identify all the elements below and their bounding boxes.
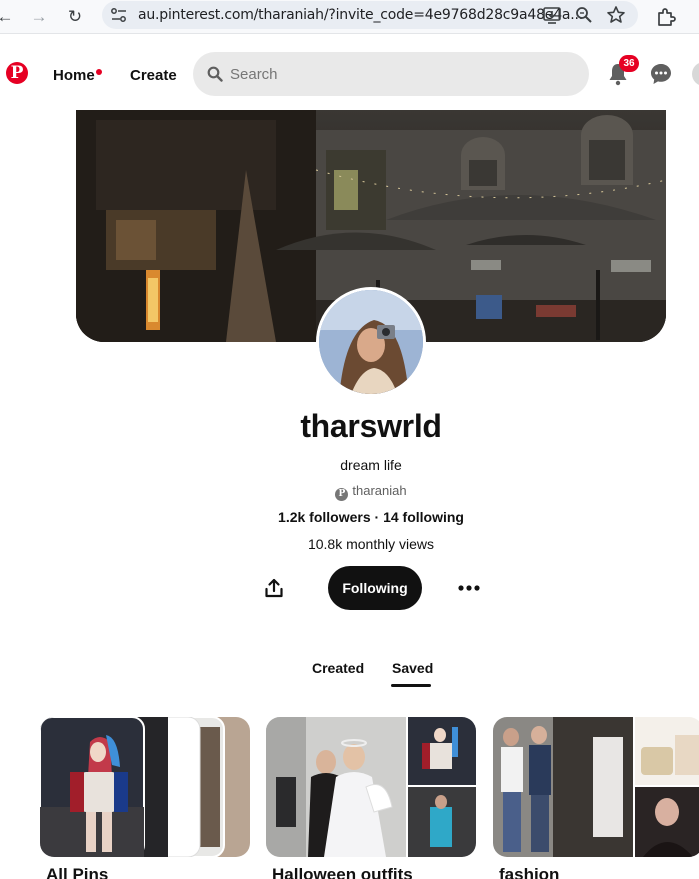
more-options-icon[interactable] (456, 577, 482, 599)
monthly-views: 10.8k monthly views (307, 536, 435, 552)
forward-icon[interactable]: → (28, 6, 50, 28)
follow-stats: 1.2k followers · 14 following (0, 509, 699, 525)
profile-avatar (316, 287, 426, 397)
bookmark-star-icon[interactable] (606, 5, 626, 25)
board-all-pins[interactable] (40, 717, 250, 857)
search-icon (207, 66, 223, 82)
install-app-icon[interactable] (542, 5, 562, 25)
site-settings-icon[interactable] (110, 7, 128, 23)
home-link[interactable]: Home (53, 67, 95, 84)
following-link[interactable]: 14 following (383, 509, 464, 525)
browser-toolbar: ← → ↻ au.pinterest.com/tharaniah/?invite… (0, 0, 699, 34)
url-text[interactable]: au.pinterest.com/tharaniah/?invite_code=… (138, 7, 583, 23)
board-fashion[interactable] (493, 717, 699, 857)
search-placeholder: Search (230, 66, 278, 83)
extensions-icon[interactable] (655, 6, 677, 28)
profile-display-name: tharswrld (300, 408, 442, 444)
home-notification-dot (96, 69, 102, 75)
board-title[interactable]: fashion (499, 865, 559, 879)
tab-created[interactable]: Created (312, 660, 364, 676)
share-icon[interactable] (263, 577, 285, 599)
pinterest-logo-icon[interactable]: P (6, 62, 28, 84)
board-title[interactable]: All Pins (46, 865, 108, 879)
search-input[interactable]: Search (193, 52, 589, 96)
reload-icon[interactable]: ↻ (64, 6, 86, 28)
tab-saved[interactable]: Saved (392, 660, 433, 676)
chat-icon[interactable] (649, 62, 673, 86)
following-button[interactable]: Following (328, 566, 422, 610)
active-tab-indicator (391, 684, 431, 687)
notification-badge: 36 (619, 55, 639, 72)
pinterest-small-icon: P (335, 488, 349, 501)
profile-username[interactable]: Ptharaniah (0, 483, 699, 501)
back-icon[interactable]: ← (0, 6, 16, 28)
followers-link[interactable]: 1.2k followers (278, 509, 371, 525)
user-avatar[interactable] (692, 62, 699, 86)
board-title[interactable]: Halloween outfits (272, 865, 413, 879)
profile-bio: dream life (340, 457, 402, 473)
stats-separator: · (370, 509, 384, 525)
site-header: P Home Create Search 36 (0, 38, 699, 110)
zoom-icon[interactable] (574, 5, 594, 25)
address-bar[interactable]: au.pinterest.com/tharaniah/?invite_code=… (102, 1, 638, 29)
board-halloween-outfits[interactable] (266, 717, 476, 857)
username-text: tharaniah (352, 483, 407, 498)
create-link[interactable]: Create (130, 67, 177, 84)
